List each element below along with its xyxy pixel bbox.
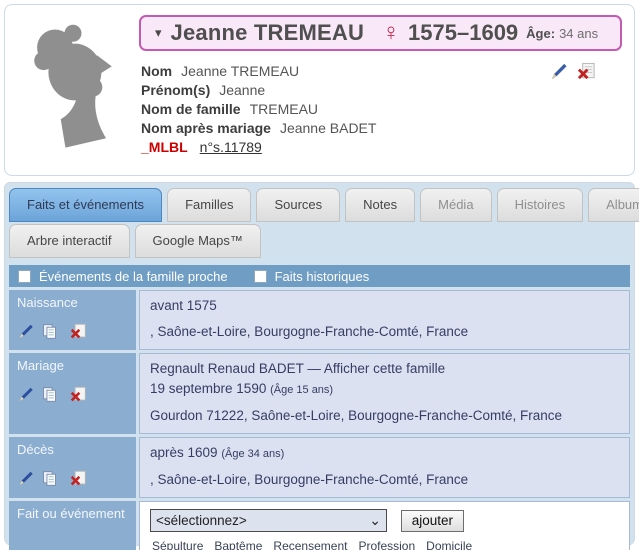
edit-icon[interactable] xyxy=(17,323,34,340)
person-name-bar[interactable]: ▾ Jeanne TREMEAU ♀ 1575–1609 Âge: 34 ans xyxy=(139,15,622,51)
delete-icon[interactable] xyxy=(70,386,87,403)
edit-icon[interactable] xyxy=(549,62,568,86)
copy-icon[interactable] xyxy=(41,386,58,403)
tab-row-2: Arbre interactif Google Maps™ xyxy=(8,224,631,258)
person-info: ▾ Jeanne TREMEAU ♀ 1575–1609 Âge: 34 ans… xyxy=(135,5,634,175)
fact-name: Mariage xyxy=(17,358,128,373)
person-lifespan: 1575–1609 xyxy=(408,20,518,46)
edit-icon[interactable] xyxy=(17,386,34,403)
detail-row: Nom de familleTREMEAU xyxy=(141,100,624,119)
delete-icon[interactable] xyxy=(70,470,87,487)
age-value: 34 ans xyxy=(559,26,598,41)
tab-row-1: Faits et événements Familles Sources Not… xyxy=(8,188,631,222)
fact-place: , Saône-et-Loire, Bourgogne-Franche-Comt… xyxy=(150,322,619,342)
add-fact-button[interactable]: ajouter xyxy=(401,510,464,532)
fact-name: Fait ou événement xyxy=(17,506,128,521)
fact-date: après 1609 (Âge 34 ans) xyxy=(150,443,619,464)
fact-date: 19 septembre 1590 (Âge 15 ans) xyxy=(150,379,619,400)
copy-icon[interactable] xyxy=(41,323,58,340)
female-silhouette-icon xyxy=(21,16,125,164)
person-header-card: ▾ Jeanne TREMEAU ♀ 1575–1609 Âge: 34 ans… xyxy=(4,4,635,176)
quick-fact-links: Sépulture Baptême Recensement Profession… xyxy=(150,536,619,550)
fact-label-cell: Décès xyxy=(9,437,136,498)
tabs-panel: Faits et événements Familles Sources Not… xyxy=(4,182,635,546)
family-link[interactable]: Regnault Renaud BADET — Afficher cette f… xyxy=(150,359,619,379)
age-at-event: (Âge 15 ans) xyxy=(270,384,333,396)
age-label: Âge: xyxy=(526,26,555,41)
tab-media[interactable]: Média xyxy=(420,188,491,222)
female-icon: ♀ xyxy=(382,21,400,45)
detail-row: Nom après mariageJeanne BADET xyxy=(141,119,624,138)
checkbox-icon[interactable] xyxy=(18,270,31,283)
fact-value-cell: avant 1575 , Saône-et-Loire, Bourgogne-F… xyxy=(139,290,630,350)
fact-place: Gourdon 71222, Saône-et-Loire, Bourgogne… xyxy=(150,406,619,426)
person-name: Jeanne TREMEAU xyxy=(171,20,365,46)
fact-label-cell: Fait ou événement xyxy=(9,501,136,550)
tab-notes[interactable]: Notes xyxy=(345,188,415,222)
delete-icon[interactable] xyxy=(577,62,596,86)
quick-link-domicile[interactable]: Domicile xyxy=(426,536,472,550)
quick-link-bapteme[interactable]: Baptême xyxy=(214,536,262,550)
tab-arbre-interactif[interactable]: Arbre interactif xyxy=(9,224,130,258)
fact-label-cell: Naissance xyxy=(9,290,136,350)
quick-link-sepulture[interactable]: Sépulture xyxy=(152,536,203,550)
tab-histoires[interactable]: Histoires xyxy=(497,188,584,222)
edit-icon[interactable] xyxy=(17,470,34,487)
fact-name: Naissance xyxy=(17,295,128,310)
portrait-silhouette[interactable] xyxy=(21,16,125,164)
fact-name: Décès xyxy=(17,442,128,457)
quick-link-recensement[interactable]: Recensement xyxy=(273,536,347,550)
individual-page: ▾ Jeanne TREMEAU ♀ 1575–1609 Âge: 34 ans… xyxy=(0,0,639,550)
chevron-down-icon: ▾ xyxy=(155,25,162,41)
fact-row-add: Fait ou événement <sélectionnez> ⌄ ajout… xyxy=(9,501,630,550)
fact-value-cell: Regnault Renaud BADET — Afficher cette f… xyxy=(139,353,630,434)
fact-row-marriage: Mariage Regnault Renaud BADET — Afficher… xyxy=(9,353,630,434)
filter-bar: Événements de la famille proche Faits hi… xyxy=(9,265,630,287)
reference-row: _MLBL n°s.11789 xyxy=(141,138,624,157)
mlbl-tag: _MLBL xyxy=(141,139,188,155)
record-id-link[interactable]: n°s.11789 xyxy=(200,139,262,155)
copy-icon[interactable] xyxy=(41,470,58,487)
age-at-event: (Âge 34 ans) xyxy=(221,448,284,460)
fact-place: , Saône-et-Loire, Bourgogne-Franche-Comt… xyxy=(150,470,619,490)
tab-google-maps[interactable]: Google Maps™ xyxy=(135,224,261,258)
delete-icon[interactable] xyxy=(70,323,87,340)
fact-row-death: Décès après 1609 (Âge 34 ans) , Saône-et… xyxy=(9,437,630,498)
fact-value-cell: après 1609 (Âge 34 ans) , Saône-et-Loire… xyxy=(139,437,630,498)
add-fact-cell: <sélectionnez> ⌄ ajouter Sépulture Baptê… xyxy=(139,501,630,550)
fact-row-birth: Naissance avant 1575 , Saône-et-Loire, B… xyxy=(9,290,630,350)
quick-link-profession[interactable]: Profession xyxy=(358,536,415,550)
name-details: NomJeanne TREMEAU Prénom(s)Jeanne Nom de… xyxy=(139,62,624,157)
tab-sources[interactable]: Sources xyxy=(256,188,340,222)
tab-familles[interactable]: Familles xyxy=(167,188,251,222)
tab-faits-et-evenements[interactable]: Faits et événements xyxy=(9,188,162,222)
fact-label-cell: Mariage xyxy=(9,353,136,434)
checkbox-icon[interactable] xyxy=(254,270,267,283)
filter-historic-facts[interactable]: Faits historiques xyxy=(254,269,370,284)
tab-album[interactable]: Album xyxy=(588,188,639,222)
fact-date: avant 1575 xyxy=(150,296,619,316)
fact-type-select[interactable]: <sélectionnez> xyxy=(150,509,387,532)
filter-close-family-events[interactable]: Événements de la famille proche xyxy=(18,269,228,284)
